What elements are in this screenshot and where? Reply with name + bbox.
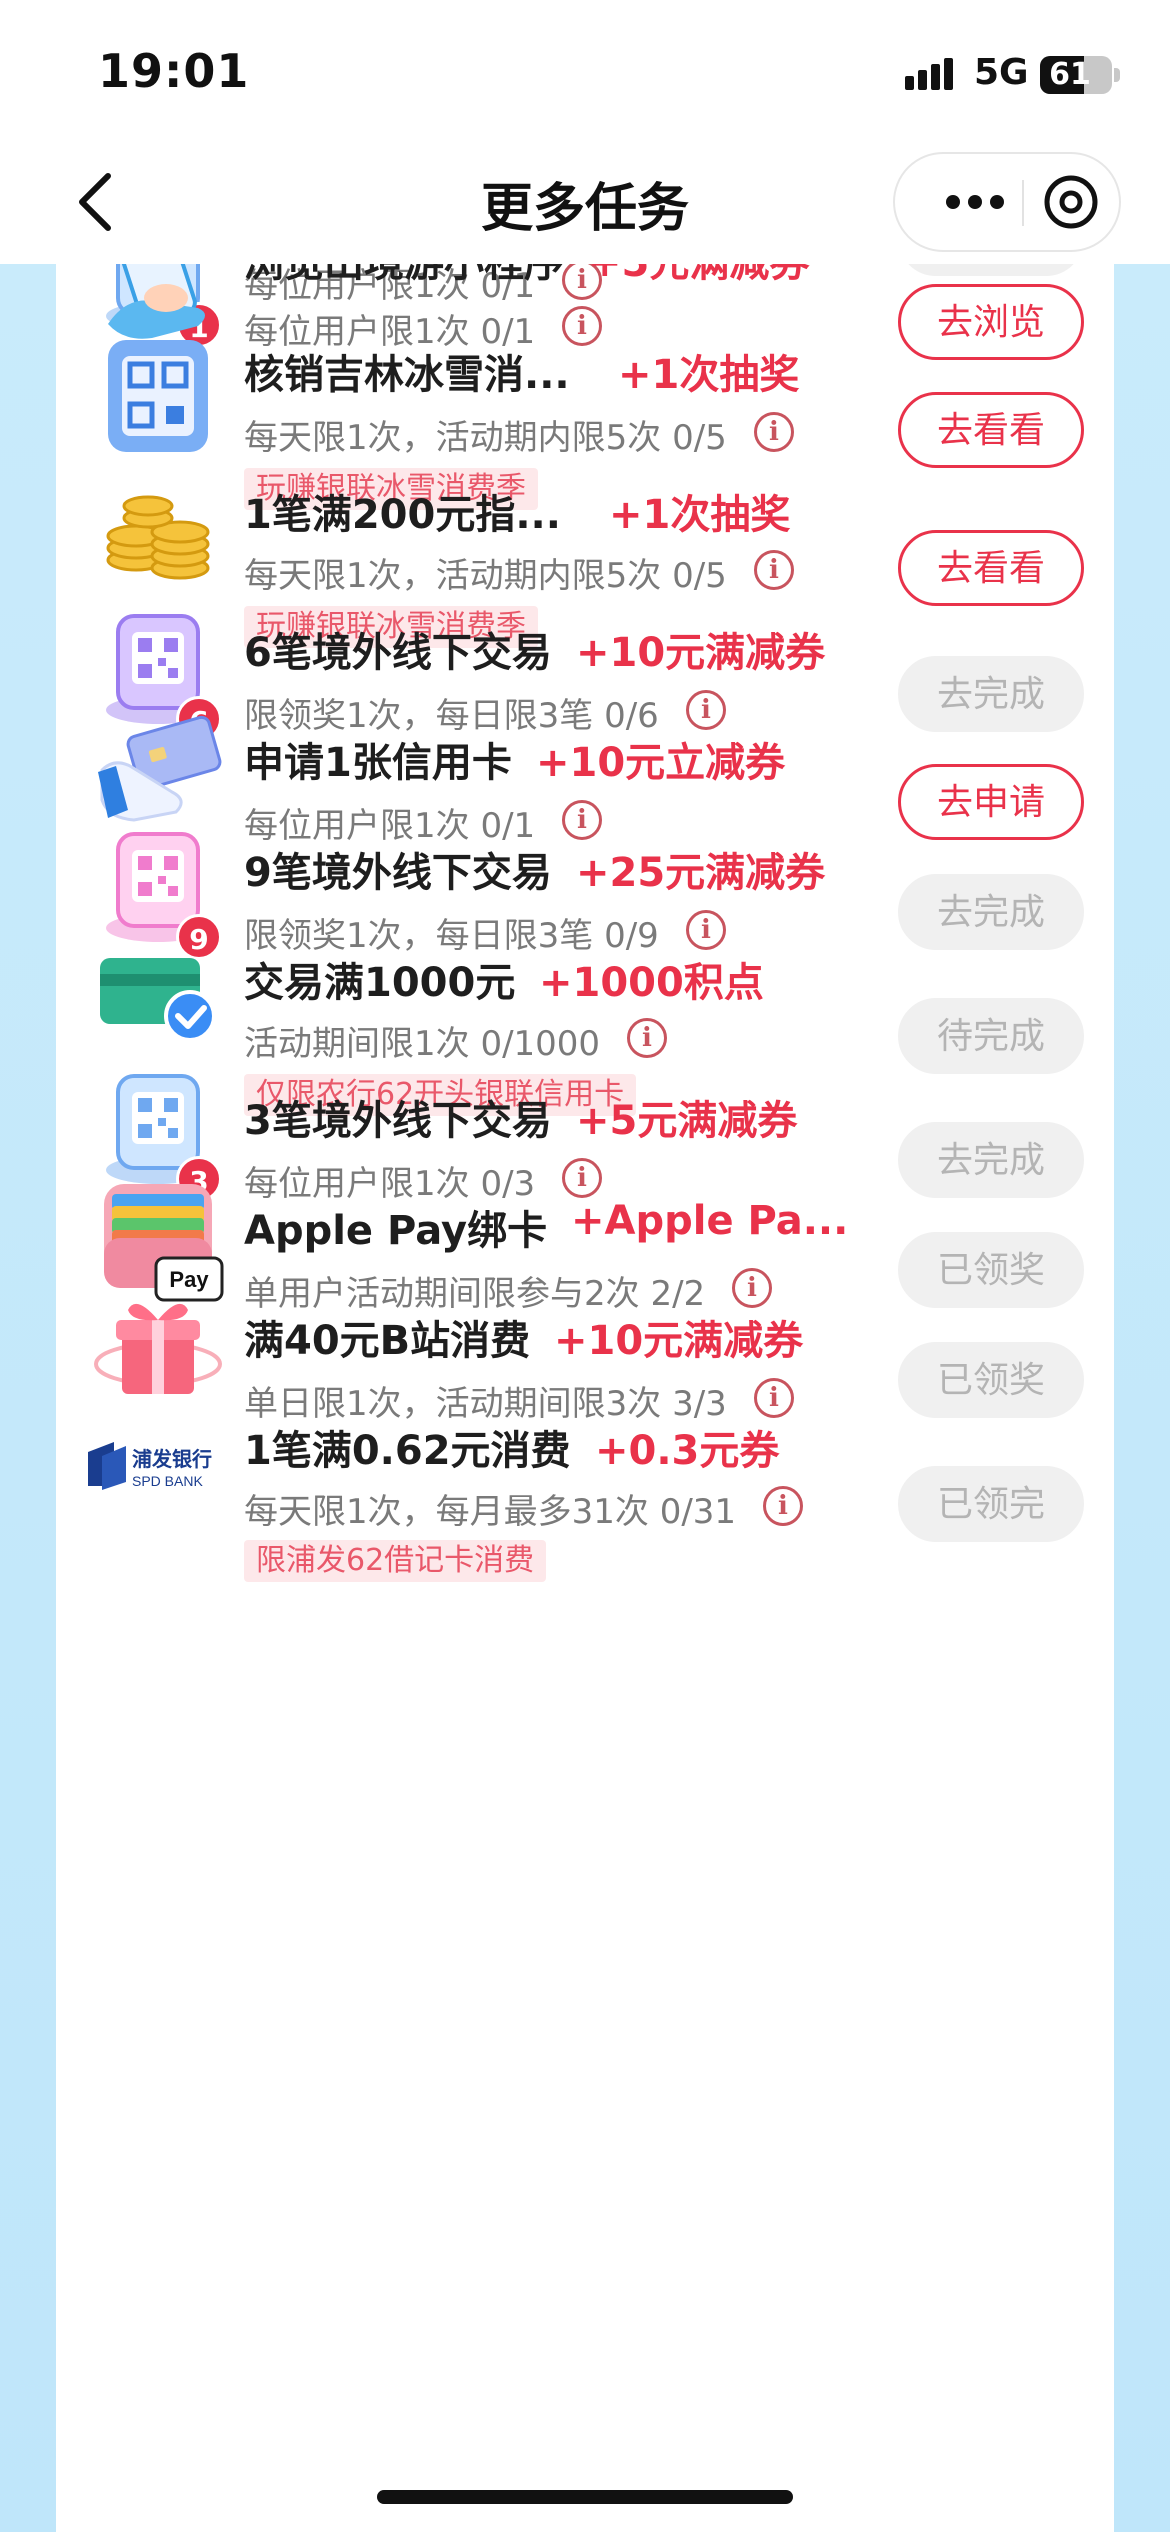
cellular-signal-icon	[905, 58, 957, 90]
task-reward: +10元满减券	[554, 1318, 804, 1364]
qr-scan-icon	[88, 326, 228, 466]
status-bar: 19:01 5G 61	[0, 0, 1170, 140]
svg-text:浦发银行: 浦发银行	[132, 1447, 212, 1471]
info-icon[interactable]: i	[562, 800, 602, 840]
task-action-button: 去完成	[898, 264, 1084, 276]
task-reward: +1000积点	[539, 960, 764, 1006]
task-reward: +1次抽奖	[609, 492, 791, 538]
task-title: 3笔境外线下交易	[244, 1098, 552, 1144]
info-icon[interactable]: i	[763, 1486, 803, 1526]
task-title: 交易满1000元	[244, 960, 516, 1006]
navigation-bar: 更多任务	[0, 140, 1170, 264]
task-reward: +25元满减券	[576, 850, 826, 896]
task-reward: +10元立减券	[536, 740, 786, 786]
home-indicator[interactable]	[377, 2490, 793, 2504]
task-title: Apple Pay绑卡	[244, 1208, 548, 1254]
info-icon[interactable]: i	[754, 1378, 794, 1418]
task-title: 1笔满0.62元消费	[244, 1428, 571, 1474]
card-check-icon	[88, 924, 228, 1064]
task-action-button: 已领完	[898, 1466, 1084, 1542]
info-icon[interactable]: i	[754, 550, 794, 590]
task-title: 申请1张信用卡	[244, 740, 512, 786]
task-action-button: 已领奖	[898, 1232, 1084, 1308]
task-action-button: 去完成	[898, 1122, 1084, 1198]
svg-text:SPD BANK: SPD BANK	[132, 1473, 203, 1489]
task-action-button: 去完成	[898, 874, 1084, 950]
task-action-button[interactable]: 去看看	[898, 392, 1084, 468]
task-title: 1笔满200元指...	[244, 492, 561, 538]
gold-coins-icon	[88, 464, 228, 604]
task-reward: +0.3元券	[595, 1428, 780, 1474]
battery-level: 61	[1049, 57, 1091, 92]
info-icon[interactable]: i	[754, 412, 794, 452]
task-title: 6笔境外线下交易	[244, 630, 552, 676]
task-limit: 活动期间限1次 0/1000	[244, 1024, 601, 1064]
task-action-button: 待完成	[898, 998, 1084, 1074]
more-options-icon[interactable]	[925, 154, 1025, 250]
spd-bank-logo-icon: 浦发银行 SPD BANK	[80, 1394, 240, 1534]
info-icon[interactable]: i	[686, 690, 726, 730]
task-action-button[interactable]: 去浏览	[898, 284, 1084, 360]
mini-program-capsule	[893, 152, 1121, 252]
info-icon[interactable]: i	[562, 1158, 602, 1198]
status-time: 19:01	[98, 44, 250, 98]
info-icon[interactable]: i	[562, 306, 602, 346]
task-action-button[interactable]: 去看看	[898, 530, 1084, 606]
task-reward: +5元满减券	[576, 1098, 798, 1144]
task-reward: +10元满减券	[576, 630, 826, 676]
task-limit: 每天限1次，每月最多31次 0/31	[244, 1492, 737, 1532]
task-title: 满40元B站消费	[244, 1318, 531, 1364]
network-type: 5G	[974, 52, 1029, 93]
info-icon[interactable]: i	[686, 910, 726, 950]
task-title: 9笔境外线下交易	[244, 850, 552, 896]
task-title: 核销吉林冰雪消...	[244, 352, 570, 398]
info-icon[interactable]: i	[732, 1268, 772, 1308]
battery-tip	[1114, 68, 1120, 82]
task-action-button: 已领奖	[898, 1342, 1084, 1418]
task-limit: 每天限1次，活动期内限5次 0/5	[244, 418, 727, 458]
task-action-button: 去完成	[898, 656, 1084, 732]
task-reward: +5元满减券	[588, 264, 809, 288]
task-limit: 每天限1次，活动期内限5次 0/5	[244, 556, 727, 596]
capsule-divider	[1022, 180, 1024, 226]
info-icon[interactable]: i	[627, 1018, 667, 1058]
task-reward: +Apple Pa...	[571, 1198, 849, 1244]
task-action-button[interactable]: 去申请	[898, 764, 1084, 840]
task-title: 浏览出境游小程序	[244, 264, 564, 288]
task-list: 1每位用户限1次 0/1i去完成 浏览出境游小程序+5元满减券每位用户限1次 0…	[56, 264, 1114, 2532]
close-mini-program-icon[interactable]	[1043, 174, 1099, 230]
task-tag: 限浦发62借记卡消费	[244, 1540, 547, 1582]
battery-icon: 61	[1040, 56, 1112, 94]
task-reward: +1次抽奖	[618, 352, 800, 398]
